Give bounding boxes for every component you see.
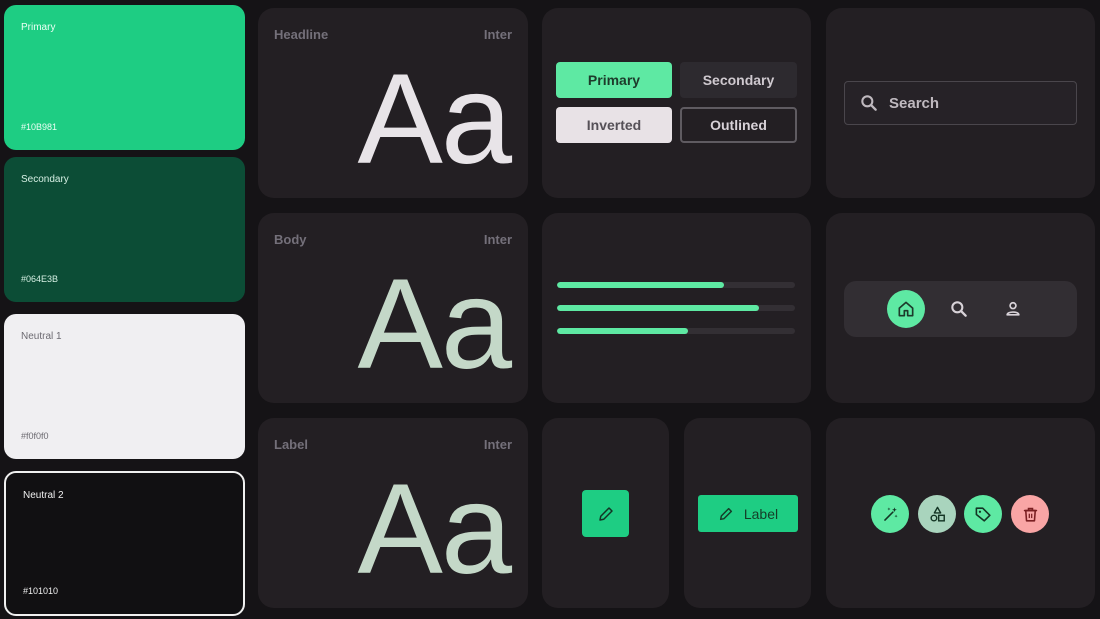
swatch-name: Secondary <box>21 174 69 185</box>
progress-fill <box>557 305 760 311</box>
search-icon <box>951 301 967 317</box>
bottom-nav-bar <box>844 281 1077 337</box>
type-font-name: Inter <box>483 232 512 247</box>
swatch-neutral-2: Neutral 2 #101010 <box>4 471 245 616</box>
nav-home-button[interactable] <box>887 290 925 328</box>
navigation-card <box>826 213 1095 403</box>
primary-button[interactable]: Primary <box>556 62 672 98</box>
magic-button[interactable] <box>871 495 909 533</box>
type-label: Label <box>274 437 308 452</box>
edit-icon-button[interactable] <box>582 490 629 537</box>
nav-profile-button[interactable] <box>994 290 1032 328</box>
progress-bar <box>557 328 795 334</box>
progress-bar <box>557 305 795 311</box>
swatch-hex: #10B981 <box>21 122 58 132</box>
progress-bar <box>557 282 795 288</box>
tag-button[interactable] <box>964 495 1002 533</box>
swatch-name: Neutral 1 <box>21 331 62 342</box>
type-sample: Aa <box>357 48 512 191</box>
label-button[interactable]: Label <box>698 495 798 532</box>
type-sample: Aa <box>357 253 512 396</box>
tag-icon <box>975 506 991 522</box>
delete-button[interactable] <box>1011 495 1049 533</box>
swatch-hex: #064E3B <box>21 274 59 284</box>
progress-fill <box>557 328 688 334</box>
swatch-secondary: Secondary #064E3B <box>4 157 245 302</box>
trash-icon <box>1023 507 1037 522</box>
icon-button-card <box>542 418 669 608</box>
shapes-button[interactable] <box>918 495 956 533</box>
fab-card <box>826 418 1095 608</box>
type-font-name: Inter <box>483 437 512 452</box>
secondary-button[interactable]: Secondary <box>680 62 797 98</box>
pencil-icon <box>719 507 732 520</box>
magic-wand-icon <box>883 506 898 521</box>
search-icon <box>861 95 877 111</box>
label-button-text: Label <box>743 505 779 522</box>
type-card-body: Body Inter Aa <box>258 213 528 403</box>
swatch-hex: #f0f0f0 <box>21 431 49 441</box>
type-font-name: Inter <box>483 27 512 42</box>
progress-fill <box>557 282 724 288</box>
progress-card <box>542 213 811 403</box>
type-label: Body <box>274 232 307 247</box>
label-button-card: Label <box>684 418 811 608</box>
pencil-icon <box>598 506 613 521</box>
type-card-label: Label Inter Aa <box>258 418 528 608</box>
swatch-name: Neutral 2 <box>23 490 64 501</box>
buttons-card: Primary Secondary Inverted Outlined <box>542 8 811 198</box>
swatch-name: Primary <box>21 22 56 33</box>
type-sample: Aa <box>357 458 512 601</box>
inverted-button[interactable]: Inverted <box>556 107 672 143</box>
swatch-neutral-1: Neutral 1 #f0f0f0 <box>4 314 245 459</box>
user-icon <box>1006 301 1020 316</box>
outlined-button[interactable]: Outlined <box>680 107 797 143</box>
swatch-primary: Primary #10B981 <box>4 5 245 150</box>
home-icon <box>898 301 914 317</box>
type-card-headline: Headline Inter Aa <box>258 8 528 198</box>
shapes-icon <box>929 506 945 522</box>
nav-search-button[interactable] <box>940 290 978 328</box>
search-card: Search <box>826 8 1095 198</box>
search-placeholder: Search <box>889 94 940 112</box>
search-input[interactable]: Search <box>844 81 1077 125</box>
swatch-hex: #101010 <box>23 586 59 596</box>
type-label: Headline <box>274 27 329 42</box>
